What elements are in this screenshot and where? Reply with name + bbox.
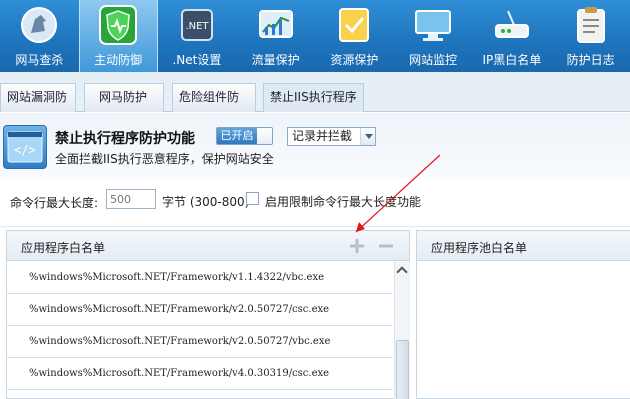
toolbar-item-label: 资源保护 [330, 53, 379, 67]
max-length-label: 命令行最大长度: [10, 196, 99, 210]
add-icon[interactable] [348, 237, 366, 255]
mode-select[interactable]: 记录并拦截 [287, 127, 376, 146]
max-length-input[interactable] [106, 189, 156, 209]
tab-site-vuln-protection[interactable]: 网站漏洞防护 [0, 83, 76, 131]
toolbar-item-net-settings[interactable]: .NET .Net设置 [158, 0, 237, 72]
tab-bar: 网站漏洞防护 网马防护 危险组件防护 禁止IIS执行程序 [0, 72, 630, 131]
app-whitelist-panel: 应用程序白名单 %windows%Microsoft.NET/Framework… [6, 230, 410, 399]
monitor-icon [411, 3, 455, 47]
list-item[interactable]: %windows%Microsoft.NET/Framework/v2.0.50… [7, 326, 393, 358]
feature-toggle[interactable]: 已开启 [216, 127, 273, 145]
pool-whitelist-header: 应用程序池白名单 [417, 231, 630, 261]
svg-text:</>: </> [14, 143, 36, 157]
toolbar-item-label: IP黑白名单 [482, 53, 542, 67]
shield-icon [96, 3, 140, 47]
toolbar-item-site-monitor[interactable]: 网站监控 [394, 0, 473, 72]
pool-whitelist-title: 应用程序池白名单 [431, 241, 528, 255]
chart-icon [254, 3, 298, 47]
app-whitelist-title: 应用程序白名单 [21, 241, 106, 255]
chevron-down-icon [360, 128, 375, 145]
feature-state-label: 已开启 [217, 128, 257, 144]
toolbar-item-traffic-protection[interactable]: 流量保护 [236, 0, 315, 72]
tab-danger-component-protection[interactable]: 危险组件防护 [172, 83, 256, 131]
toolbar-item-webshell-scan[interactable]: 网马查杀 [0, 0, 79, 72]
app-whitelist-header: 应用程序白名单 [7, 231, 409, 261]
code-window-icon: </> [3, 125, 47, 169]
remove-icon[interactable] [377, 237, 395, 255]
toolbar-item-label: 主动防御 [94, 53, 143, 67]
mode-select-value: 记录并拦截 [292, 129, 353, 143]
horse-icon [17, 3, 61, 47]
toolbar-item-label: 流量保护 [251, 53, 300, 67]
main-toolbar: 网马查杀 主动防御 .NET .Net设置 流量保护 资源保护 网站监控 IP黑… [0, 0, 630, 72]
feature-title: 禁止执行程序防护功能 [55, 131, 195, 147]
list-item[interactable]: %windows%Microsoft.NET/Framework/v1.1.43… [7, 262, 393, 294]
limit-length-checkbox[interactable] [246, 192, 259, 205]
toolbar-item-label: 网马查杀 [15, 53, 64, 67]
settings-row: 命令行最大长度: 字节 (300-800) 启用限制命令行最大长度功能 [0, 179, 630, 227]
list-item[interactable]: %windows%Microsoft.NET/Framework/v4.0.30… [7, 358, 393, 390]
tab-webshell-protection[interactable]: 网马防护 [84, 83, 164, 112]
limit-length-label: 启用限制命令行最大长度功能 [265, 195, 422, 209]
folder-icon [332, 3, 376, 47]
net-chip-icon: .NET [175, 3, 219, 47]
scrollbar-thumb[interactable] [396, 340, 409, 399]
toolbar-item-ip-list[interactable]: IP黑白名单 [473, 0, 552, 72]
scroll-up-icon[interactable] [395, 262, 410, 279]
vertical-scrollbar[interactable] [394, 262, 410, 399]
app-whitelist-list: %windows%Microsoft.NET/Framework/v1.1.43… [7, 262, 393, 390]
clipboard-icon [569, 3, 613, 47]
router-icon [490, 3, 534, 47]
toolbar-item-protection-log[interactable]: 防护日志 [551, 0, 630, 72]
feature-header: </> 禁止执行程序防护功能 已开启 记录并拦截 全面拦截IIS执行恶意程序，保… [0, 113, 630, 179]
toolbar-item-resource-protection[interactable]: 资源保护 [315, 0, 394, 72]
toolbar-item-label: 网站监控 [409, 53, 458, 67]
feature-description: 全面拦截IIS执行恶意程序，保护网站安全 [55, 152, 274, 166]
tab-block-iis-exec[interactable]: 禁止IIS执行程序 [263, 83, 364, 112]
max-length-unit: 字节 (300-800) [162, 195, 250, 209]
list-item[interactable]: %windows%Microsoft.NET/Framework/v2.0.50… [7, 294, 393, 326]
toolbar-item-label: 防护日志 [566, 53, 615, 67]
toolbar-item-label: .Net设置 [172, 53, 222, 67]
svg-text:.NET: .NET [185, 21, 209, 32]
pool-whitelist-panel: 应用程序池白名单 [416, 230, 630, 399]
toolbar-item-active-defense[interactable]: 主动防御 [78, 0, 158, 72]
